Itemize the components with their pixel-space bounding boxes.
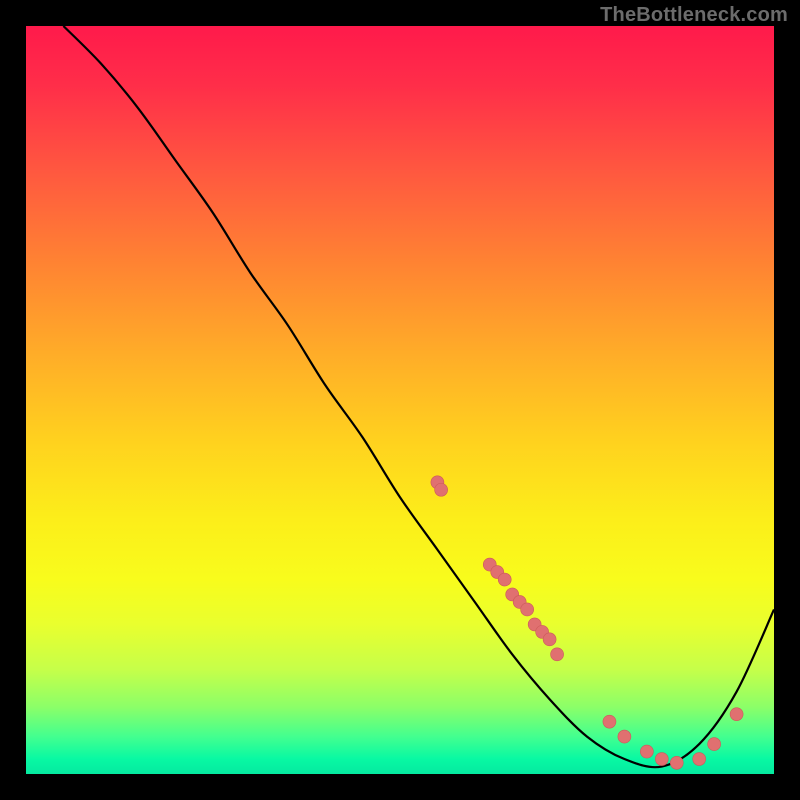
sample-point xyxy=(603,715,616,728)
sample-points-group xyxy=(431,476,743,770)
sample-point xyxy=(543,633,556,646)
bottleneck-curve-line xyxy=(63,26,774,767)
sample-point xyxy=(730,708,743,721)
sample-point xyxy=(498,573,511,586)
sample-point xyxy=(640,745,653,758)
sample-point xyxy=(670,756,683,769)
sample-point xyxy=(521,603,534,616)
watermark-text: TheBottleneck.com xyxy=(600,4,788,27)
plot-area xyxy=(26,26,774,774)
sample-point xyxy=(655,753,668,766)
sample-point xyxy=(618,730,631,743)
sample-point xyxy=(708,738,721,751)
chart-svg xyxy=(26,26,774,774)
sample-point xyxy=(435,483,448,496)
sample-point xyxy=(693,753,706,766)
sample-point xyxy=(551,648,564,661)
